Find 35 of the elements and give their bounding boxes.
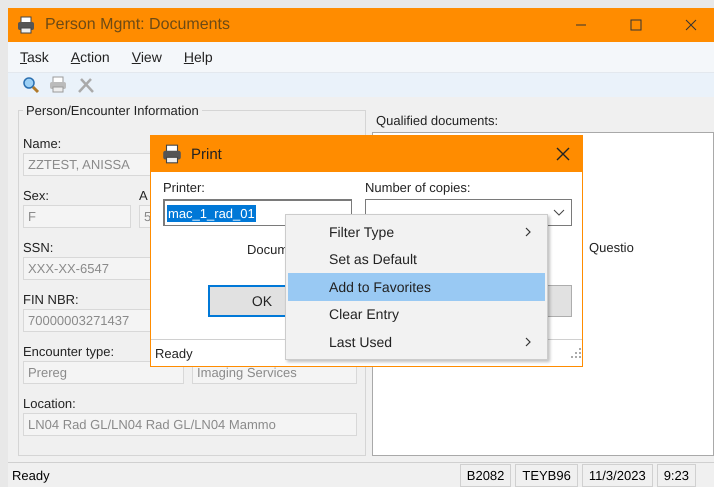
selected-text: mac_1_rad_01	[167, 204, 256, 222]
copies-label: Number of copies:	[365, 180, 472, 195]
window-title: Person Mgmt: Documents	[45, 16, 231, 34]
field-label: Location:	[23, 396, 76, 413]
menu-item[interactable]: Task	[18, 49, 51, 65]
printer-icon	[161, 143, 183, 165]
dialog-title: Print	[191, 146, 223, 162]
printer-icon[interactable]	[48, 76, 68, 94]
group-title: Person/Encounter Information	[25, 103, 200, 118]
dialog-status: Ready	[155, 346, 193, 360]
status-panel: 9:23	[656, 464, 696, 486]
close-icon[interactable]	[556, 147, 570, 161]
field-label: FIN NBR:	[23, 292, 79, 309]
status-panel: B2082	[460, 464, 512, 486]
documents-label: Qualified documents:	[376, 113, 500, 128]
chevron-down-icon	[553, 209, 565, 216]
menu-item[interactable]: Action	[68, 49, 112, 65]
menu-item[interactable]: View	[130, 49, 164, 65]
status-panel: TEYB96	[515, 464, 578, 486]
menu-item[interactable]: Help	[182, 49, 215, 65]
resize-grip-icon[interactable]	[570, 347, 582, 359]
field-label: A	[139, 188, 148, 205]
field-label: Name:	[23, 136, 62, 153]
status-message: Ready	[12, 468, 51, 482]
search-icon[interactable]	[22, 76, 40, 94]
printer-icon	[16, 15, 36, 35]
menu-option[interactable]: Last Used	[288, 328, 545, 356]
field-label: Sex:	[23, 188, 50, 205]
field-label: SSN:	[23, 240, 54, 257]
menu-option[interactable]: Set as Default	[288, 246, 545, 273]
status-panel: 11/3/2023	[582, 464, 653, 486]
menu-option[interactable]: Add to Favorites	[288, 273, 545, 300]
field-label: Encounter type:	[23, 344, 114, 361]
printer-label: Printer:	[163, 180, 206, 195]
document-text: Questio	[589, 240, 634, 255]
